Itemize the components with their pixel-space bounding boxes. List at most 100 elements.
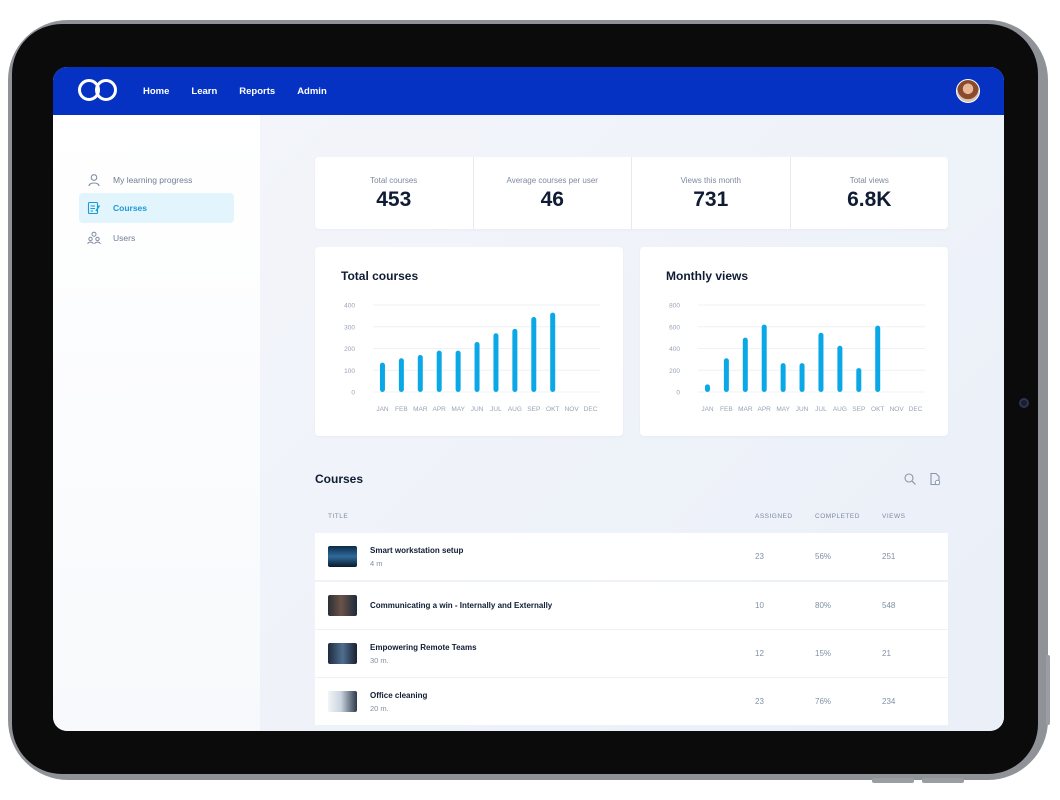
file-export-icon[interactable] (928, 472, 942, 486)
x-tick-label: APR (758, 406, 772, 413)
column-assigned[interactable]: ASSIGNED (755, 513, 793, 520)
x-tick-label: JAN (701, 406, 714, 413)
completed-cell: 56% (815, 552, 832, 561)
nav-home[interactable]: Home (143, 86, 169, 97)
x-tick-label: MAY (776, 406, 790, 413)
x-tick-label: JUL (815, 406, 827, 413)
x-tick-label: JAN (376, 406, 389, 413)
bar (742, 337, 748, 392)
course-title: Communicating a win - Internally and Ext… (370, 601, 553, 610)
course-title: Office cleaning (370, 691, 428, 700)
nav-reports[interactable]: Reports (239, 86, 275, 97)
table-row[interactable]: Office cleaning 20 m. 23 76% 234 (315, 678, 948, 726)
x-tick-label: SEP (527, 406, 540, 413)
y-tick-label: 200 (669, 368, 680, 375)
search-icon[interactable] (903, 472, 917, 486)
views-cell: 21 (882, 649, 891, 658)
stat-label: Total courses (370, 176, 418, 185)
y-tick-label: 200 (344, 346, 355, 353)
course-thumbnail (328, 691, 357, 712)
sidebar-item-users[interactable]: Users (79, 223, 234, 253)
course-duration: 4 m (370, 559, 383, 568)
x-tick-label: AUG (508, 406, 522, 413)
nav-admin[interactable]: Admin (297, 86, 327, 97)
users-icon (87, 231, 101, 245)
y-tick-label: 100 (344, 368, 355, 375)
bar (837, 345, 843, 392)
nav-learn[interactable]: Learn (191, 86, 217, 97)
course-title: Empowering Remote Teams (370, 643, 477, 652)
column-completed[interactable]: COMPLETED (815, 513, 860, 520)
main-nav: Home Learn Reports Admin (143, 67, 327, 115)
column-title[interactable]: TITLE (328, 513, 348, 520)
stats-bar: Total courses 453 Average courses per us… (315, 157, 948, 229)
column-views[interactable]: VIEWS (882, 513, 905, 520)
x-tick-label: FEB (395, 406, 408, 413)
bar (398, 358, 404, 392)
table-row[interactable]: Smart workstation setup 4 m 23 56% 251 (315, 533, 948, 581)
total-courses-chart-card: Total courses 0 100 200 300 400 JAN FEB MAR APR M… (315, 247, 623, 436)
bar (474, 341, 480, 392)
bar (761, 324, 767, 392)
table-row[interactable]: Communicating a win - Internally and Ext… (315, 582, 948, 630)
sidebar: My learning progress Courses Users (53, 115, 260, 731)
side-button-1 (872, 778, 914, 783)
completed-cell: 15% (815, 649, 832, 658)
course-thumbnail (328, 595, 357, 616)
bar (856, 368, 862, 392)
sidebar-item-courses[interactable]: Courses (79, 193, 234, 223)
x-tick-label: JUN (471, 406, 484, 413)
user-icon (87, 173, 101, 187)
sidebar-item-label: My learning progress (113, 175, 193, 185)
monthly-views-chart: 0 200 400 600 800 JAN FEB MAR APR MAY JUN JUL AUG SEP… (669, 303, 925, 413)
course-thumbnail (328, 546, 357, 567)
x-tick-label: MAR (413, 406, 428, 413)
completed-cell: 76% (815, 697, 832, 706)
assigned-cell: 23 (755, 697, 764, 706)
x-tick-label: NOV (890, 406, 905, 413)
y-tick-label: 0 (351, 390, 355, 397)
bar (493, 333, 499, 392)
user-avatar[interactable] (956, 79, 980, 103)
x-tick-label: DEC (584, 406, 598, 413)
bar (875, 325, 881, 392)
x-tick-label: JUN (796, 406, 809, 413)
x-tick-label: OKT (871, 406, 884, 413)
stat-value: 46 (540, 188, 564, 211)
stat-label: Views this month (680, 176, 741, 185)
volume-button (1046, 655, 1050, 725)
bar (780, 363, 786, 392)
bar (436, 350, 442, 392)
bar (455, 350, 461, 392)
y-tick-label: 400 (344, 303, 355, 310)
x-tick-label: DEC (909, 406, 923, 413)
x-tick-label: APR (433, 406, 447, 413)
assigned-cell: 23 (755, 552, 764, 561)
x-tick-label: JUL (490, 406, 502, 413)
stat-views-month: Views this month 731 (632, 157, 791, 229)
bar (723, 358, 729, 392)
assigned-cell: 12 (755, 649, 764, 658)
assigned-cell: 10 (755, 601, 764, 610)
x-tick-label: SEP (852, 406, 865, 413)
logo-icon[interactable] (78, 79, 118, 103)
monthly-views-chart-card: Monthly views 0 200 400 600 800 JAN FEB MAR APR M… (640, 247, 948, 436)
y-tick-label: 300 (344, 324, 355, 331)
top-navbar: Home Learn Reports Admin (53, 67, 1004, 115)
y-tick-label: 800 (669, 303, 680, 310)
camera (1019, 398, 1029, 408)
courses-table-header: TITLE ASSIGNED COMPLETED VIEWS (315, 513, 948, 525)
x-tick-label: NOV (565, 406, 580, 413)
main-content: Total courses 453 Average courses per us… (260, 115, 1004, 731)
side-button-2 (922, 778, 964, 783)
stat-average-courses: Average courses per user 46 (474, 157, 632, 229)
courses-section-title: Courses (315, 472, 364, 486)
course-duration: 20 m. (370, 704, 389, 713)
course-edit-icon (87, 201, 101, 215)
x-tick-label: MAR (738, 406, 753, 413)
views-cell: 251 (882, 552, 896, 561)
stat-label: Total views (849, 176, 889, 185)
sidebar-item-learning-progress[interactable]: My learning progress (79, 165, 234, 195)
table-row[interactable]: Empowering Remote Teams 30 m. 12 15% 21 (315, 630, 948, 678)
stat-value: 453 (376, 188, 412, 211)
